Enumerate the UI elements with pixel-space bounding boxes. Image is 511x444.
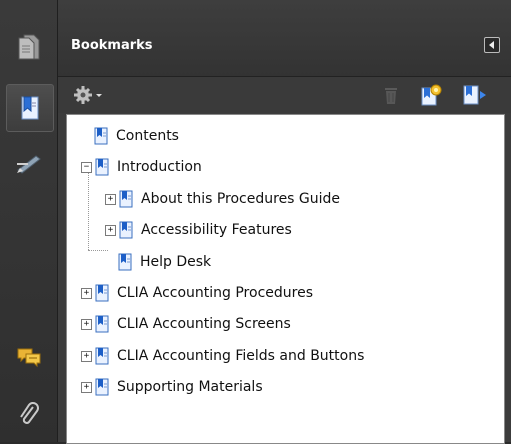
signature-icon[interactable] <box>6 140 52 186</box>
delete-bookmark-button[interactable] <box>381 85 401 105</box>
gear-icon <box>74 86 102 104</box>
trash-icon <box>385 88 397 104</box>
attachment-icon[interactable] <box>6 392 52 438</box>
new-bookmark-icon <box>421 84 442 106</box>
bookmark-label: About this Procedures Guide <box>141 191 341 207</box>
expand-toggle[interactable]: + <box>105 193 116 205</box>
options-button[interactable] <box>74 85 104 105</box>
bookmark-item[interactable]: + About this Procedures Guide <box>105 187 340 211</box>
bookmark-page-icon <box>94 127 108 145</box>
bookmark-page-icon <box>95 315 109 333</box>
expand-toggle[interactable]: + <box>105 224 116 236</box>
bookmarks-toolbar <box>58 77 511 113</box>
bookmark-arrow-icon <box>463 85 486 105</box>
bookmark-icon[interactable] <box>6 84 54 132</box>
bookmark-page-icon <box>119 221 133 239</box>
bookmark-page-icon <box>118 253 132 271</box>
pages-icon[interactable] <box>6 24 52 70</box>
collapse-panel-button[interactable] <box>484 37 500 53</box>
bookmark-item[interactable]: Help Desk <box>105 250 211 274</box>
bookmark-item[interactable]: + Supporting Materials <box>81 375 263 399</box>
bookmark-label: Introduction <box>117 159 202 175</box>
bookmark-label: Help Desk <box>140 254 212 270</box>
bookmark-label: CLIA Accounting Fields and Buttons <box>117 348 365 364</box>
collapse-toggle[interactable]: − <box>81 161 92 173</box>
bookmark-item[interactable]: + CLIA Accounting Screens <box>81 312 291 336</box>
bookmark-item[interactable]: + CLIA Accounting Procedures <box>81 281 313 305</box>
bookmark-label: Supporting Materials <box>117 379 263 395</box>
panel-header: Bookmarks <box>58 0 511 77</box>
bookmark-item[interactable]: + Accessibility Features <box>105 218 292 242</box>
comments-icon[interactable] <box>6 334 52 380</box>
bookmark-item[interactable]: Contents <box>81 124 179 148</box>
bookmark-label: CLIA Accounting Screens <box>117 316 291 332</box>
bookmark-page-icon <box>119 190 133 208</box>
navigation-rail <box>0 0 58 442</box>
bookmark-item[interactable]: + CLIA Accounting Fields and Buttons <box>81 344 364 368</box>
expand-toggle[interactable]: + <box>81 287 92 299</box>
bookmark-tree: Contents − Introduction + About this Procedu… <box>66 114 505 444</box>
bookmark-page-icon <box>95 284 109 302</box>
bookmark-page-icon <box>95 378 109 396</box>
bookmark-label: CLIA Accounting Procedures <box>117 285 313 301</box>
bookmark-page-icon <box>95 158 109 176</box>
expand-toggle[interactable]: + <box>81 318 92 330</box>
bookmark-label: Contents <box>116 128 179 144</box>
bookmark-page-icon <box>95 347 109 365</box>
panel-title: Bookmarks <box>71 38 153 53</box>
bookmark-label: Accessibility Features <box>141 222 292 238</box>
expand-bookmark-button[interactable] <box>461 85 489 105</box>
bookmarks-panel: Bookmarks Contents − Introduction + Abou… <box>58 0 511 444</box>
bookmark-item[interactable]: − Introduction <box>81 155 202 179</box>
triangle-left-icon <box>489 41 494 49</box>
expand-toggle[interactable]: + <box>81 381 92 393</box>
tree-connector <box>88 169 89 250</box>
expand-toggle[interactable]: + <box>81 350 92 362</box>
new-bookmark-button[interactable] <box>419 84 443 106</box>
